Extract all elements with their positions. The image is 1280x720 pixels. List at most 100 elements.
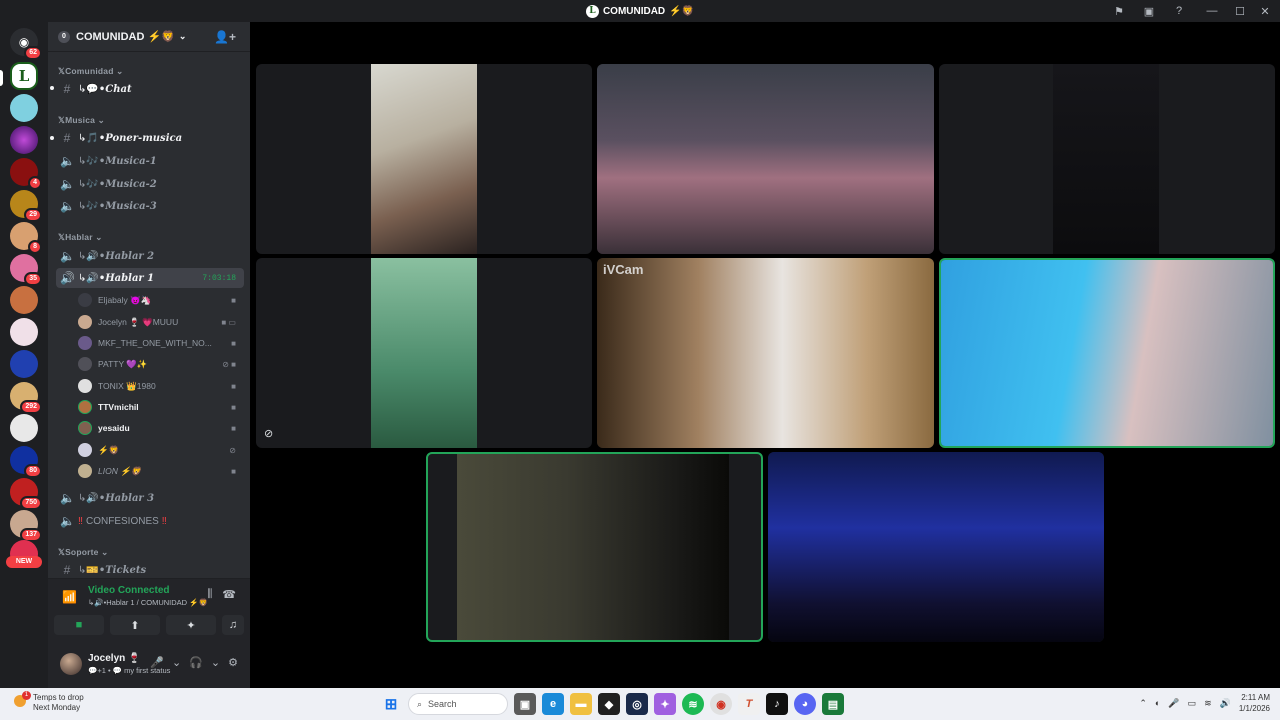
server-icon[interactable]: 292 — [10, 382, 42, 414]
voice-user[interactable]: Jocelyn 🍷 💗MUUU ■ ▭ — [78, 312, 244, 332]
video-tile[interactable] — [597, 64, 934, 254]
channel-musica-1[interactable]: 🔈 ↳🎶 •Musica-1 — [56, 151, 244, 171]
close-button[interactable]: ✕ — [1250, 0, 1280, 22]
channel-hablar-2[interactable]: 🔈 ↳🔊 •Hablar 2 — [56, 246, 244, 266]
server-icon[interactable] — [10, 94, 38, 122]
windows-start-icon[interactable]: ⊞ — [380, 693, 402, 715]
discord-icon[interactable]: ◕ — [794, 693, 816, 715]
noise-suppression-icon[interactable]: ⫼ — [207, 588, 212, 601]
app-icon[interactable]: ▤ — [822, 693, 844, 715]
server-icon[interactable] — [10, 126, 38, 154]
channel-musica-3[interactable]: 🔈 ↳🎶 •Musica-3 — [56, 196, 244, 216]
inbox-icon[interactable]: ▣ — [1134, 0, 1164, 22]
video-tile[interactable]: iVCam — [597, 258, 934, 448]
server-header[interactable]: 0 COMUNIDAD ⚡🦁 ⌄ 👤+ — [48, 22, 250, 52]
chevron-up-icon[interactable]: ⌃ — [1139, 698, 1147, 709]
invite-member-icon[interactable]: 👤+ — [214, 30, 236, 44]
server-icon[interactable]: 80 — [10, 446, 42, 478]
headphones-icon[interactable]: 🎧 — [189, 656, 203, 669]
microphone-icon[interactable]: 🎤 — [150, 656, 164, 669]
volume-icon[interactable]: 🔊 — [1220, 698, 1231, 709]
category-label: Musica — [65, 115, 96, 125]
channel-confesiones[interactable]: 🔈 ‼ CONFESIONES ‼ — [56, 511, 244, 531]
game-app-icon[interactable]: ◆ — [598, 693, 620, 715]
server-icon[interactable]: 137 — [10, 510, 42, 542]
discord-home-icon[interactable]: ◉ 62 — [10, 28, 42, 60]
avatar — [78, 315, 92, 329]
voice-user[interactable]: yesaidu ■ — [78, 418, 244, 438]
chevron-down-icon[interactable]: ⌄ — [211, 656, 220, 669]
network-icon[interactable]: ◐ — [1155, 698, 1160, 708]
copilot-icon[interactable]: ✦ — [654, 693, 676, 715]
disconnect-icon[interactable]: ☎ — [222, 588, 236, 601]
voice-user[interactable]: LION ⚡🦁 ■ — [78, 461, 244, 481]
display-icon[interactable]: ▭ — [1188, 698, 1197, 709]
video-tile[interactable] — [939, 64, 1275, 254]
file-explorer-icon[interactable]: ▬ — [570, 693, 592, 715]
video-tile[interactable] — [768, 452, 1104, 642]
category-comunidad[interactable]: 𝕏Comunidad ⌄ — [58, 66, 124, 77]
video-tile[interactable] — [256, 64, 592, 254]
activities-button[interactable]: ✦ — [166, 615, 216, 635]
server-icon[interactable]: 35 — [10, 254, 42, 286]
chrome-icon[interactable]: ◉ — [710, 693, 732, 715]
server-icon[interactable] — [10, 318, 38, 346]
windows-taskbar: 1 Temps to drop Next Monday ⊞ ⌕ Search ▣ … — [0, 688, 1280, 720]
channel-hablar-1[interactable]: 🔊 ↳🔊 •Hablar 1 7:03:18 — [56, 268, 244, 288]
weather-widget[interactable]: 1 Temps to drop Next Monday — [14, 691, 84, 713]
help-icon[interactable]: ? — [1164, 0, 1194, 22]
voice-user[interactable]: MKF_THE_ONE_WITH_NO... ■ — [78, 333, 244, 353]
server-icon[interactable] — [10, 286, 38, 314]
text-app-icon[interactable]: T — [738, 693, 760, 715]
settings-gear-icon[interactable]: ⚙ — [228, 656, 238, 669]
channel-label: •Hablar 2 — [98, 250, 155, 262]
video-feed — [371, 258, 477, 448]
channel-tickets[interactable]: # ↳🎫 •Tickets — [56, 560, 244, 580]
microphone-icon[interactable]: 🎤 — [1168, 698, 1179, 709]
server-comunidad-icon[interactable]: L — [10, 62, 38, 90]
steam-icon[interactable]: ◎ — [626, 693, 648, 715]
video-tile-speaking[interactable] — [939, 258, 1275, 448]
camera-toggle-button[interactable]: ■ — [54, 615, 104, 635]
server-icon[interactable]: 29 — [10, 190, 42, 222]
tiktok-icon[interactable]: ♪ — [766, 693, 788, 715]
server-icon[interactable] — [10, 350, 38, 378]
server-icon[interactable]: 4 — [10, 158, 42, 190]
voice-user[interactable]: PATTY 💜✨ ⊘ ■ — [78, 354, 244, 374]
voice-user[interactable]: ⚡🦁 ⊘ — [78, 440, 244, 460]
avatar[interactable] — [60, 653, 82, 675]
edge-icon[interactable]: e — [542, 693, 564, 715]
wifi-icon[interactable]: ≋ — [1204, 698, 1212, 709]
channel-chat[interactable]: # ↳💬 •Chat — [56, 79, 244, 99]
channel-hablar-3[interactable]: 🔈 ↳🔊 •Hablar 3 — [56, 488, 244, 508]
video-tile-speaking[interactable] — [426, 452, 763, 642]
video-tile[interactable]: ⊘ — [256, 258, 592, 448]
voice-user[interactable]: TTVmichil ■ — [78, 397, 244, 417]
screen-share-button[interactable]: ⬆ — [110, 615, 160, 635]
home-badge: 62 — [24, 46, 42, 60]
chevron-down-icon[interactable]: ⌄ — [172, 656, 181, 669]
category-soporte[interactable]: 𝕏Soporte ⌄ — [58, 547, 108, 558]
channel-musica-2[interactable]: 🔈 ↳🎶 •Musica-2 — [56, 174, 244, 194]
voice-user[interactable]: Eljabaly 😈🦄 ■ — [78, 290, 244, 310]
username[interactable]: Jocelyn 🍷 — [88, 653, 140, 664]
server-icon[interactable] — [10, 414, 38, 442]
task-view-icon[interactable]: ▣ — [514, 693, 536, 715]
soundboard-button[interactable]: ♫ — [222, 615, 244, 635]
category-hablar[interactable]: 𝕏Hablar ⌄ — [58, 232, 103, 243]
taskbar-search[interactable]: ⌕ Search — [408, 693, 508, 715]
spotify-icon[interactable]: ≋ — [682, 693, 704, 715]
flag-icon[interactable]: ⚑ — [1104, 0, 1134, 22]
signal-icon[interactable]: 📶 — [62, 590, 77, 604]
maximize-button[interactable]: ☐ — [1230, 0, 1250, 22]
voice-location[interactable]: ↳🔊•Hablar 1 / COMUNIDAD ⚡🦁 — [88, 598, 208, 607]
server-icon[interactable]: 8 — [10, 222, 42, 254]
category-musica[interactable]: 𝕏Musica ⌄ — [58, 115, 105, 126]
voice-user[interactable]: TONIX 👑1980 ■ — [78, 376, 244, 396]
channel-label: •Poner-musica — [98, 132, 183, 144]
channel-poner-musica[interactable]: # ↳🎵 •Poner-musica — [56, 128, 244, 148]
clock[interactable]: 2:11 AM 1/1/2026 — [1239, 692, 1270, 714]
server-icon[interactable]: 750 — [10, 478, 42, 510]
minimize-button[interactable]: — — [1194, 0, 1230, 22]
voice-status[interactable]: Video Connected — [88, 585, 170, 596]
